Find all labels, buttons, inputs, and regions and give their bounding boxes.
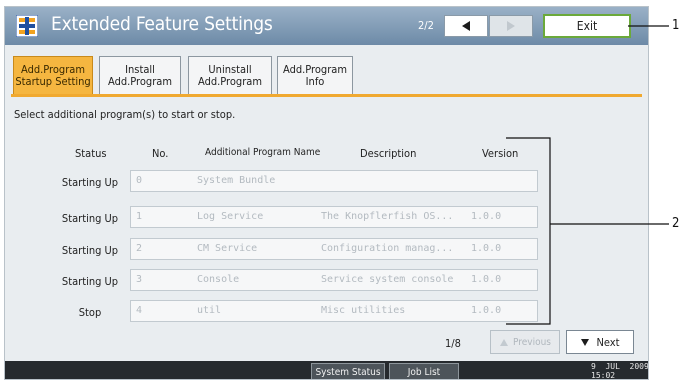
title-bar: Extended Feature Settings 2/2 Exit [5,7,648,45]
date-time-display: 9 JUL 2009 15:02 [591,362,649,380]
row-program-name: CM Service [197,243,258,254]
row-status: Starting Up [61,244,119,257]
row-version: 1.0.0 [471,243,502,254]
row-number: 1 [136,211,143,222]
tab-install[interactable]: Install Add.Program [99,56,181,95]
page-indicator: 2/2 [418,19,434,32]
previous-button[interactable]: Previous [490,330,560,354]
program-row[interactable]: 3 Console Service system console 1.0.0 [130,269,538,291]
row-status: Stop [78,306,102,319]
previous-label: Previous [513,336,551,348]
row-status: Starting Up [61,212,119,225]
extended-feature-icon [16,15,38,37]
column-header-no: No. [152,147,169,160]
system-status-button[interactable]: System Status [311,363,385,379]
row-program-name: util [197,305,222,316]
column-header-version: Version [482,147,519,160]
row-description: Service system console [321,274,454,285]
time-text: 15:02 [591,371,616,380]
tab-label-line2: Add.Program [108,75,172,88]
column-header-name: Additional Program Name [205,147,321,158]
next-label: Next [596,335,620,349]
column-header-status: Status [75,147,107,160]
row-status: Starting Up [61,275,119,288]
tab-program-info[interactable]: Add.Program Info [277,56,353,95]
row-version: 1.0.0 [471,211,502,222]
program-row[interactable]: 1 Log Service The Knopflerfish OS... 1.0… [130,206,538,228]
previous-page-button[interactable] [444,15,488,37]
tab-label-line2: Add.Program [198,75,262,88]
row-number: 0 [136,175,143,186]
exit-button[interactable]: Exit [543,14,631,38]
row-number: 2 [136,243,143,254]
callout-number-2: 2 [672,216,680,231]
next-button[interactable]: Next [566,330,634,354]
page-title: Extended Feature Settings [51,13,273,35]
row-version: 1.0.0 [471,274,502,285]
date-text: 9 JUL 2009 [591,362,649,371]
row-status: Starting Up [61,176,119,189]
table-page-indicator: 1/8 [445,337,461,350]
tab-uninstall[interactable]: Uninstall Add.Program [188,56,272,95]
tab-startup-setting[interactable]: Add.Program Startup Setting [13,56,93,95]
row-number: 4 [136,305,143,316]
next-page-button[interactable] [489,15,533,37]
row-description: Misc utilities [321,305,406,316]
row-description: The Knopflerfish OS... [321,211,454,222]
job-list-button[interactable]: Job List [389,363,459,379]
right-arrow-icon [507,21,515,31]
row-program-name: Log Service [197,211,264,222]
column-header-description: Description [360,147,417,160]
row-version: 1.0.0 [471,305,502,316]
callout-number-1: 1 [672,18,680,33]
tab-underline [11,94,642,97]
row-number: 3 [136,274,143,285]
row-program-name: System Bundle [197,175,276,186]
down-arrow-icon [581,338,590,346]
program-row[interactable]: 0 System Bundle [130,170,538,192]
row-program-name: Console [197,274,240,285]
tab-label-line2: Info [305,75,325,88]
up-arrow-icon [500,338,508,346]
row-description: Configuration manag... [321,243,454,254]
settings-panel: Extended Feature Settings 2/2 Exit Add.P… [4,6,649,380]
program-row[interactable]: 4 util Misc utilities 1.0.0 [130,300,538,322]
tab-label-line2: Startup Setting [15,75,91,88]
program-row[interactable]: 2 CM Service Configuration manag... 1.0.… [130,238,538,260]
left-arrow-icon [462,21,470,31]
instruction-text: Select additional program(s) to start or… [14,108,236,121]
